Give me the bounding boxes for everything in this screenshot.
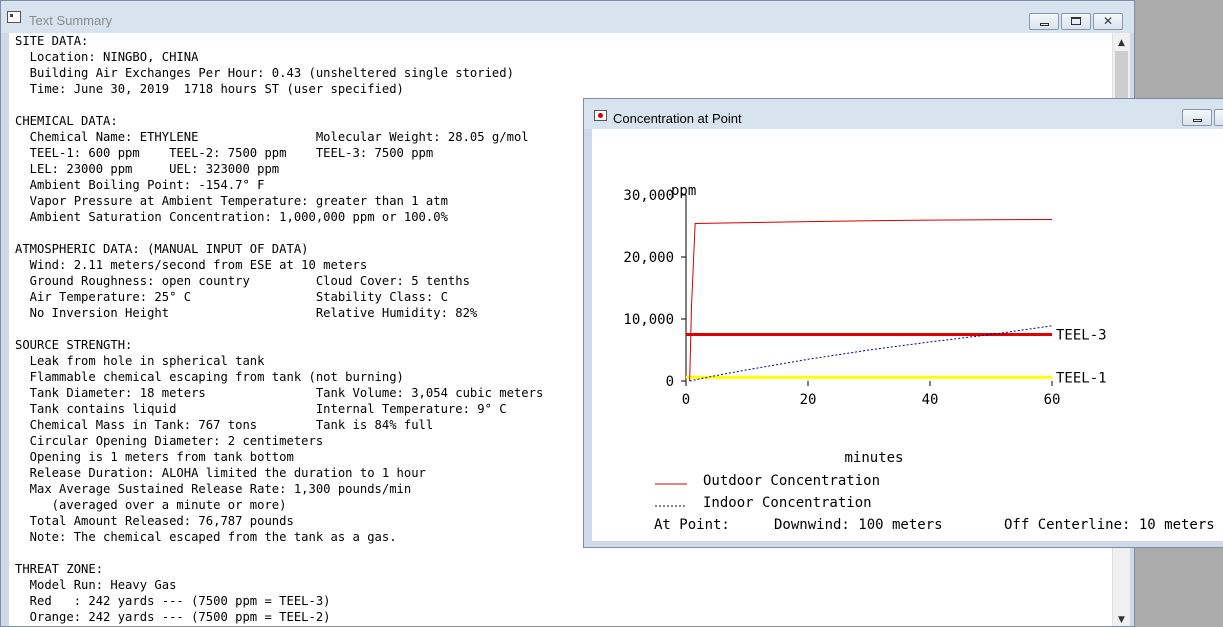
outdoor-concentration-line: [689, 218, 1053, 382]
summary-report-text: SITE DATA: Location: NINGBO, CHINA Build…: [15, 34, 544, 624]
concentration-minimize-button[interactable]: [1182, 109, 1212, 126]
window-controls: ✕: [1027, 13, 1123, 30]
window-title: Text Summary: [29, 13, 113, 28]
restore-button[interactable]: [1061, 13, 1091, 30]
concentration-maximize-button[interactable]: [1214, 109, 1223, 126]
downwind-distance: Downwind: 100 meters: [774, 517, 943, 533]
concentration-window-title: Concentration at Point: [613, 111, 742, 126]
concentration-chart-area: ppm minutes Outdoor Concentration Indoor…: [592, 129, 1223, 541]
y-tick-label: 20,000: [623, 250, 674, 266]
threshold-label-teel-3: TEEL-3: [1056, 328, 1107, 344]
x-tick-label: 40: [922, 392, 939, 408]
legend-indoor-label: Indoor Concentration: [703, 495, 872, 511]
document-icon: [7, 11, 21, 23]
text-summary-title-bar[interactable]: Text Summary ✕: [1, 1, 1134, 33]
legend-outdoor-label: Outdoor Concentration: [703, 473, 880, 489]
x-axis-label: minutes: [844, 450, 903, 466]
concentration-chart: ppm minutes Outdoor Concentration Indoor…: [623, 183, 1215, 533]
minimize-button[interactable]: [1029, 13, 1059, 30]
concentration-window: Concentration at Point ppm minutes Outdo…: [583, 98, 1223, 548]
concentration-window-controls: [1180, 109, 1223, 126]
y-tick-label: 0: [666, 374, 674, 390]
off-centerline-distance: Off Centerline: 10 meters: [1004, 517, 1215, 533]
scroll-down-arrow-icon[interactable]: ▼: [1113, 612, 1130, 626]
at-point-label: At Point:: [654, 517, 730, 533]
close-button[interactable]: ✕: [1093, 13, 1123, 30]
y-tick-label: 30,000: [623, 188, 674, 204]
scroll-up-arrow-icon[interactable]: ▲: [1113, 35, 1130, 51]
x-tick-label: 0: [682, 392, 690, 408]
x-tick-label: 20: [800, 392, 817, 408]
y-tick-label: 10,000: [623, 312, 674, 328]
concentration-title-bar[interactable]: Concentration at Point: [584, 99, 1223, 129]
threshold-label-teel-1: TEEL-1: [1056, 370, 1107, 386]
x-tick-label: 60: [1044, 392, 1061, 408]
y-axis-label: ppm: [671, 183, 696, 199]
chart-window-icon: [594, 110, 607, 121]
